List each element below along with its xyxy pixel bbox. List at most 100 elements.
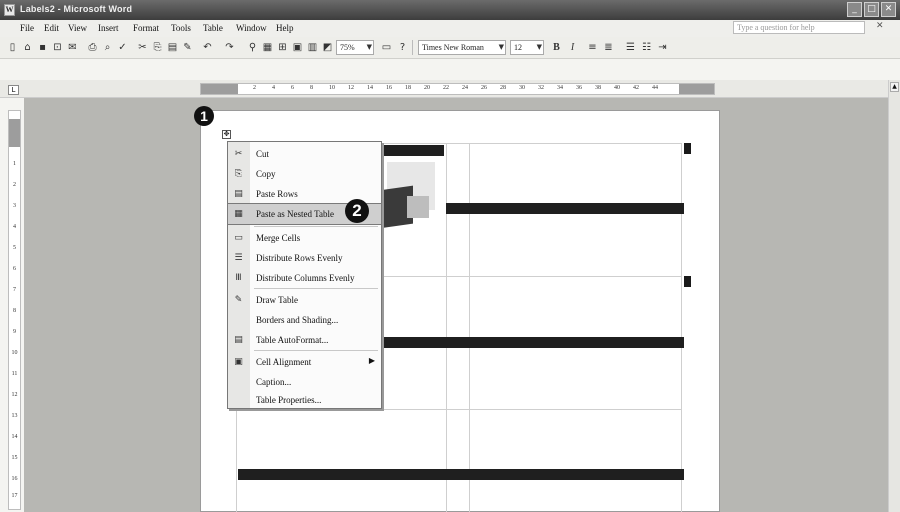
scroll-up-icon[interactable]: ▲	[890, 82, 899, 92]
menu-view[interactable]: View	[68, 23, 87, 33]
ruler-number: 8	[310, 85, 313, 91]
table-move-handle-icon[interactable]: ✥	[222, 130, 231, 139]
menu-item-cell-alignment[interactable]: ▣ Cell Alignment ▶	[228, 352, 381, 372]
chevron-down-icon: ▼	[498, 43, 504, 51]
ruler-number: 12	[348, 85, 354, 91]
menu-separator	[254, 288, 378, 289]
bullets-icon[interactable]: ☷	[640, 41, 653, 54]
label-text-bar	[446, 203, 684, 214]
autoformat-icon: ▤	[234, 335, 243, 345]
horizontal-ruler[interactable]: 2 4 6 8 10 12 14 16 18 20 22 24 26 28 30…	[200, 83, 715, 95]
insert-excel-icon[interactable]: ▣	[291, 41, 304, 54]
word-app-icon: W	[4, 4, 15, 16]
menu-item-copy[interactable]: ⎘ Copy	[228, 164, 381, 184]
vertical-ruler[interactable]: 1 2 3 4 5 6 7 8 9 10 11 12 13 14 15 16 1…	[8, 110, 21, 510]
window-title: Labels2 - Microsoft Word	[20, 4, 133, 14]
help-icon[interactable]: ?	[396, 41, 409, 54]
ruler-number: 42	[633, 85, 639, 91]
menu-item-label: Distribute Rows Evenly	[256, 253, 343, 263]
copy-icon[interactable]: ⎘	[151, 41, 164, 54]
columns-icon[interactable]: ▥	[306, 41, 319, 54]
ruler-number: 7	[13, 287, 16, 293]
numbering-icon[interactable]: ☰	[624, 41, 637, 54]
menu-item-label: Cell Alignment	[256, 357, 312, 367]
menu-format[interactable]: Format	[133, 23, 159, 33]
font-name-select[interactable]: Times New Roman ▼	[418, 40, 506, 55]
menu-item-borders-shading[interactable]: Borders and Shading...	[228, 310, 381, 330]
menu-window[interactable]: Window	[236, 23, 267, 33]
menu-item-label: Paste as Nested Table	[256, 209, 334, 219]
menu-item-cut[interactable]: ✂ Cut	[228, 144, 381, 164]
email-icon[interactable]: ✉	[66, 41, 79, 54]
align-left-icon[interactable]: ≡	[586, 41, 599, 54]
open-icon[interactable]: ⌂	[21, 41, 34, 54]
menu-item-table-properties[interactable]: Table Properties...	[228, 390, 381, 410]
ruler-number: 2	[253, 85, 256, 91]
hyperlink-icon[interactable]: ⚲	[246, 41, 259, 54]
permission-icon[interactable]: ⊡	[51, 41, 64, 54]
ruler-number: 34	[557, 85, 563, 91]
new-icon[interactable]: ▯	[6, 41, 19, 54]
tables-borders-icon[interactable]: ▦	[261, 41, 274, 54]
menu-item-table-autoformat[interactable]: ▤ Table AutoFormat...	[228, 330, 381, 350]
ruler-number: 12	[11, 392, 18, 398]
ruler-number: 4	[13, 224, 16, 230]
ruler-number: 14	[367, 85, 373, 91]
print-preview-icon[interactable]: ⌕	[101, 41, 114, 54]
menu-tools[interactable]: Tools	[171, 23, 191, 33]
font-size-select[interactable]: 12 ▼	[510, 40, 544, 55]
bold-icon[interactable]: B	[550, 41, 563, 54]
menu-item-draw-table[interactable]: ✎ Draw Table	[228, 290, 381, 310]
cut-icon[interactable]: ✂	[136, 41, 149, 54]
spelling-icon[interactable]: ✓	[116, 41, 129, 54]
menu-item-label: Table AutoFormat...	[256, 335, 329, 345]
menu-insert[interactable]: Insert	[98, 23, 119, 33]
ruler-number: 8	[13, 308, 16, 314]
label-text-bar	[381, 145, 444, 156]
zoom-select[interactable]: 75% ▼	[336, 40, 374, 55]
tab-selector[interactable]: L	[8, 85, 19, 95]
menu-help[interactable]: Help	[276, 23, 294, 33]
distribute-rows-icon: ☰	[234, 253, 243, 263]
read-icon[interactable]: ▭	[380, 41, 393, 54]
ruler-number: 15	[11, 455, 18, 461]
paste-icon[interactable]: ▤	[166, 41, 179, 54]
close-button[interactable]: ✕	[881, 2, 896, 17]
table-gridline	[681, 143, 682, 512]
row-end-marker	[684, 143, 691, 154]
toolbar-separator	[412, 40, 413, 55]
menu-item-distribute-rows[interactable]: ☰ Distribute Rows Evenly	[228, 248, 381, 268]
help-question-input[interactable]: Type a question for help	[733, 21, 865, 34]
menu-table[interactable]: Table	[203, 23, 223, 33]
menu-item-caption[interactable]: Caption...	[228, 372, 381, 392]
center-icon[interactable]: ≣	[602, 41, 615, 54]
minimize-button[interactable]: _	[847, 2, 862, 17]
menu-item-merge-cells[interactable]: ▭ Merge Cells	[228, 228, 381, 248]
ruler-number: 38	[595, 85, 601, 91]
menu-item-distribute-columns[interactable]: Ⅲ Distribute Columns Evenly	[228, 268, 381, 288]
pencil-icon: ✎	[234, 295, 243, 305]
ruler-number: 16	[11, 476, 18, 482]
vertical-scrollbar[interactable]: ▲	[888, 80, 900, 512]
chevron-down-icon: ▼	[536, 43, 542, 51]
ruler-number: 22	[443, 85, 449, 91]
menu-file[interactable]: File	[20, 23, 34, 33]
menu-item-label: Caption...	[256, 377, 292, 387]
table-gridline	[469, 143, 470, 512]
redo-icon[interactable]: ↷	[223, 41, 236, 54]
font-name-value: Times New Roman	[422, 43, 484, 52]
document-close-icon[interactable]: ✕	[876, 21, 884, 31]
italic-icon[interactable]: I	[566, 41, 579, 54]
print-icon[interactable]: ⎙	[86, 41, 99, 54]
indent-icon[interactable]: ⇥	[656, 41, 669, 54]
insert-table-icon[interactable]: ⊞	[276, 41, 289, 54]
menu-edit[interactable]: Edit	[44, 23, 59, 33]
undo-icon[interactable]: ↶	[201, 41, 214, 54]
menu-separator	[254, 350, 378, 351]
menu-item-label: Paste Rows	[256, 189, 298, 199]
save-icon[interactable]: ▪	[36, 41, 49, 54]
format-painter-icon[interactable]: ✎	[181, 41, 194, 54]
drawing-icon[interactable]: ◩	[321, 41, 334, 54]
maximize-button[interactable]: □	[864, 2, 879, 17]
ruler-number: 5	[13, 245, 16, 251]
